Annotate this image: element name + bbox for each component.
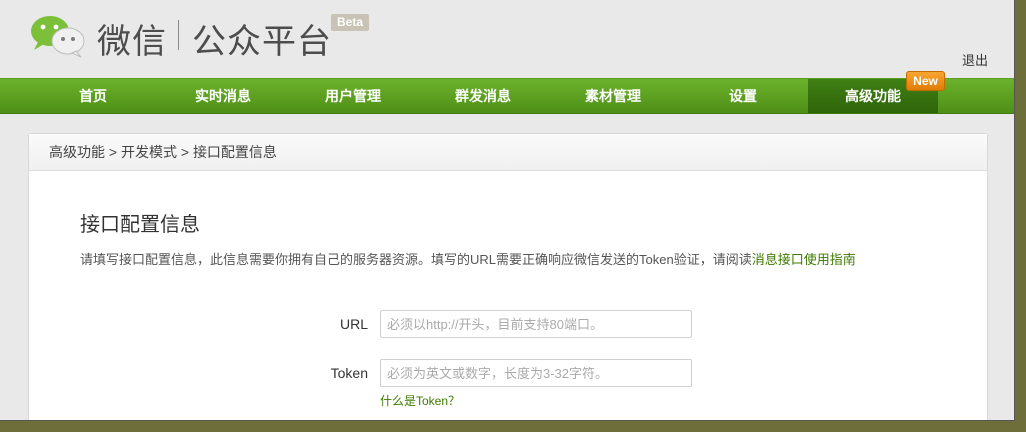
breadcrumb: 高级功能 > 开发模式 > 接口配置信息 xyxy=(29,134,987,171)
nav-item-home[interactable]: 首页 xyxy=(28,79,158,113)
breadcrumb-separator: > xyxy=(176,144,193,160)
nav-item-user-management[interactable]: 用户管理 xyxy=(288,79,418,113)
logo-title: 微信 xyxy=(97,22,167,62)
logo-divider xyxy=(178,20,179,50)
content-panel: 高级功能 > 开发模式 > 接口配置信息 接口配置信息 请填写接口配置信息，此信… xyxy=(28,133,988,420)
nav-item-materials[interactable]: 素材管理 xyxy=(548,79,678,113)
new-badge: New xyxy=(906,71,945,91)
nav-item-mass-messages[interactable]: 群发消息 xyxy=(418,79,548,113)
page-description: 请填写接口配置信息，此信息需要你拥有自己的服务器资源。填写的URL需要正确响应微… xyxy=(80,249,856,268)
breadcrumb-item-dev-mode[interactable]: 开发模式 xyxy=(121,144,177,160)
breadcrumb-item-advanced[interactable]: 高级功能 xyxy=(49,144,105,160)
nav-item-realtime-messages[interactable]: 实时消息 xyxy=(158,79,288,113)
nav-item-settings[interactable]: 设置 xyxy=(678,79,808,113)
url-input[interactable] xyxy=(380,310,692,338)
message-api-guide-link[interactable]: 消息接口使用指南 xyxy=(752,252,856,267)
description-text: 请填写接口配置信息，此信息需要你拥有自己的服务器资源。填写的URL需要正确响应微… xyxy=(80,252,752,267)
main-nav: 首页 实时消息 用户管理 群发消息 素材管理 设置 高级功能 xyxy=(0,78,1014,114)
beta-badge: Beta xyxy=(331,14,370,31)
token-label: Token xyxy=(330,365,368,381)
url-label: URL xyxy=(339,316,368,332)
logout-link[interactable]: 退出 xyxy=(962,50,988,69)
wechat-logo-icon xyxy=(31,16,85,58)
breadcrumb-separator: > xyxy=(105,144,121,160)
token-input[interactable] xyxy=(380,359,692,387)
app-frame: 微信 公众平台 Beta 退出 首页 实时消息 用户管理 群发消息 素材管理 设… xyxy=(0,0,1015,421)
breadcrumb-item-current: 接口配置信息 xyxy=(192,144,277,160)
what-is-token-link[interactable]: 什么是Token？ xyxy=(380,392,460,409)
header: 微信 公众平台 Beta 退出 xyxy=(0,0,1014,78)
logo-subtitle: 公众平台 xyxy=(192,22,332,62)
page-title: 接口配置信息 xyxy=(80,214,200,236)
